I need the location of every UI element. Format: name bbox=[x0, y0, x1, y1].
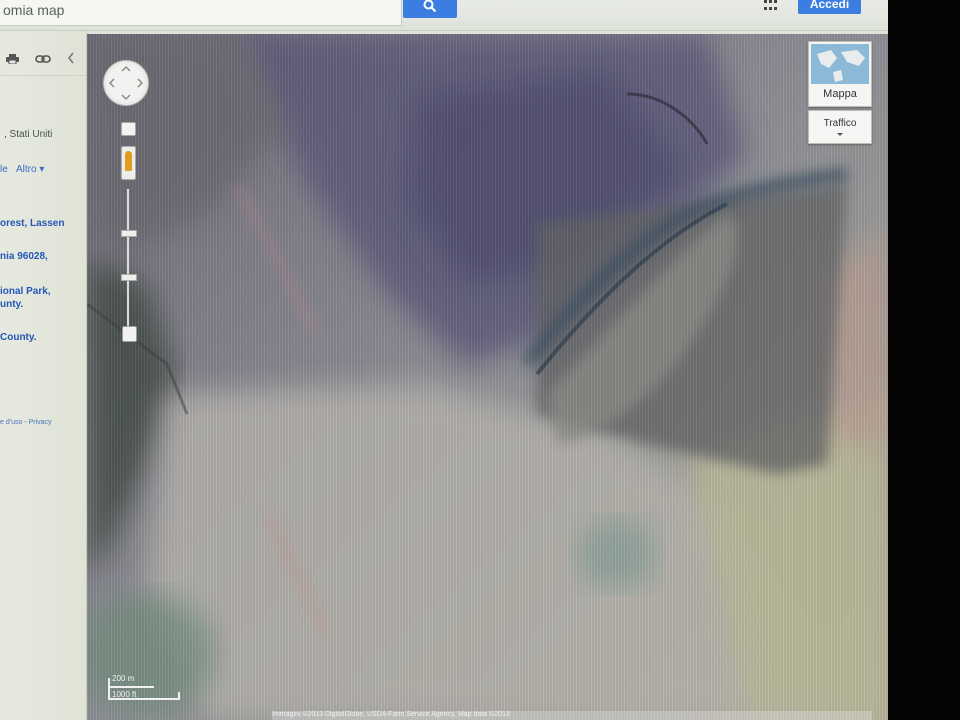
result-line-5[interactable]: County. bbox=[0, 332, 36, 343]
zoom-in-button[interactable] bbox=[121, 122, 136, 136]
map-scale: 200 m 1000 ft bbox=[106, 674, 186, 704]
search-button[interactable] bbox=[403, 0, 457, 18]
result-line-2[interactable]: nia 96028, bbox=[0, 251, 48, 262]
panel-toolbar bbox=[0, 49, 86, 69]
scale-metric: 200 m bbox=[112, 674, 135, 683]
chevron-left-icon[interactable] bbox=[67, 52, 75, 64]
zoom-slider-track[interactable] bbox=[127, 189, 129, 333]
chevron-down-icon bbox=[837, 133, 843, 136]
map-type-label: Mappa bbox=[823, 88, 857, 100]
signin-button[interactable]: Accedi bbox=[798, 0, 861, 14]
traffic-label: Traffico bbox=[823, 118, 857, 129]
more-menu[interactable]: Altro ▾ bbox=[16, 164, 44, 175]
map-copyright: Immagini ©2013 DigitalGlobe, USDA Farm S… bbox=[272, 711, 872, 720]
search-query: omia map bbox=[3, 2, 65, 18]
panel-divider bbox=[0, 75, 86, 76]
print-icon[interactable] bbox=[6, 54, 19, 64]
browser-screen: omia map Accedi , Stati Uniti le Altro ▾… bbox=[0, 0, 888, 720]
terms-privacy-links[interactable]: e d'uso - Privacy bbox=[0, 419, 52, 426]
map-type-button[interactable]: Mappa bbox=[808, 41, 872, 107]
scale-bar-left bbox=[108, 678, 110, 700]
top-bar: omia map Accedi bbox=[0, 0, 888, 31]
link-icon[interactable] bbox=[35, 54, 51, 64]
scale-bar-metric bbox=[108, 686, 154, 688]
result-line-4[interactable]: unty. bbox=[0, 299, 23, 310]
more-prefix[interactable]: le bbox=[0, 164, 8, 175]
scale-bar-right bbox=[178, 692, 180, 700]
result-line-3[interactable]: ional Park, bbox=[0, 286, 51, 297]
apps-grid-icon[interactable] bbox=[764, 0, 778, 12]
pan-control-icon[interactable] bbox=[103, 60, 149, 106]
monitor-bezel bbox=[888, 0, 960, 720]
map-thumbnail-icon bbox=[811, 44, 869, 84]
zoom-tick[interactable] bbox=[121, 230, 137, 237]
satellite-map[interactable]: Mappa Traffico 200 m 1000 ft Immagini ©2… bbox=[87, 34, 888, 720]
satellite-imagery bbox=[87, 34, 888, 720]
traffic-button[interactable]: Traffico bbox=[808, 110, 872, 144]
zoom-tick[interactable] bbox=[121, 274, 137, 281]
pan-arrows-icon bbox=[108, 65, 144, 101]
street-view-pegman-icon[interactable] bbox=[121, 146, 136, 180]
left-panel: , Stati Uniti le Altro ▾ orest, Lassen n… bbox=[0, 31, 87, 720]
result-line-1[interactable]: orest, Lassen bbox=[0, 218, 64, 229]
zoom-slider-handle[interactable] bbox=[122, 326, 137, 342]
search-icon bbox=[423, 0, 437, 13]
location-country: , Stati Uniti bbox=[4, 129, 53, 140]
scale-bar-imperial bbox=[108, 698, 180, 700]
search-input[interactable]: omia map bbox=[0, 0, 402, 26]
